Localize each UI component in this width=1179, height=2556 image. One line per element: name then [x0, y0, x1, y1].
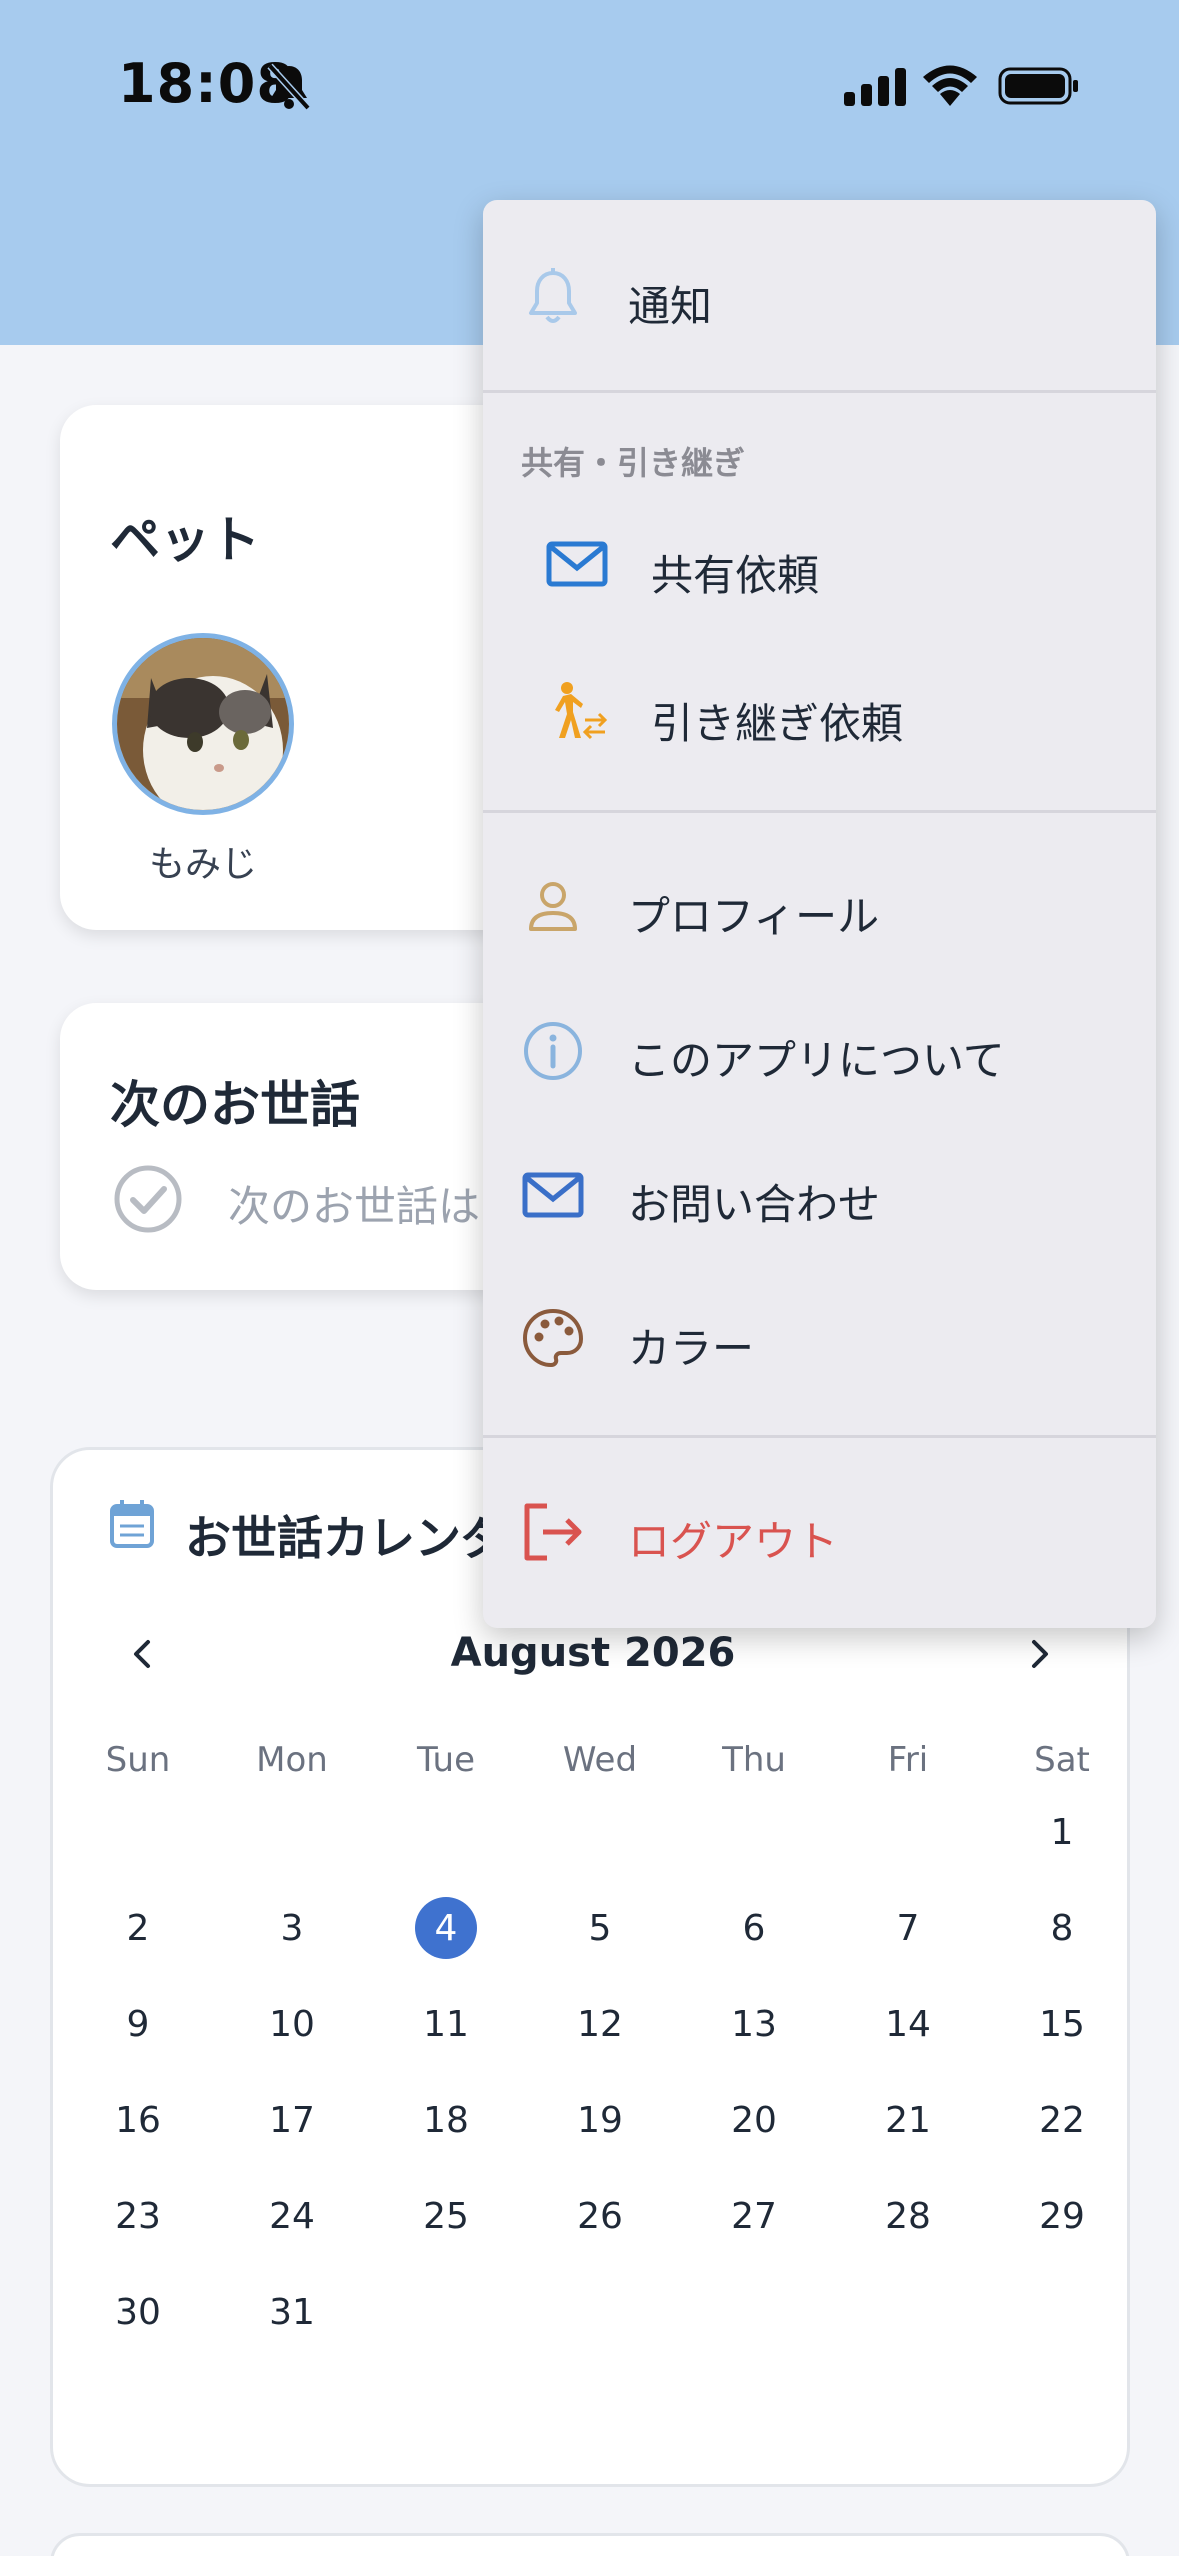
- weekday-header: Sun: [105, 1740, 171, 1780]
- calendar-day[interactable]: 3: [215, 1896, 369, 1960]
- calendar-icon: [110, 1500, 154, 1548]
- calendar-day[interactable]: 7: [831, 1896, 985, 1960]
- calendar-day[interactable]: 25: [369, 2184, 523, 2248]
- weekday-header: Tue: [416, 1740, 476, 1780]
- calendar-day[interactable]: 30: [61, 2280, 215, 2344]
- menu-label-handover-request: 引き継ぎ依頼: [651, 699, 904, 748]
- calendar-day[interactable]: 22: [985, 2088, 1139, 2152]
- pet-avatar[interactable]: [112, 633, 294, 815]
- weekday-header: Sat: [1034, 1740, 1090, 1780]
- calendar-day[interactable]: 24: [215, 2184, 369, 2248]
- calendar-day[interactable]: 17: [215, 2088, 369, 2152]
- calendar-day[interactable]: 31: [215, 2280, 369, 2344]
- calendar-day[interactable]: 20: [677, 2088, 831, 2152]
- calendar-day[interactable]: 28: [831, 2184, 985, 2248]
- calendar-day[interactable]: 18: [369, 2088, 523, 2152]
- calendar-day[interactable]: 13: [677, 1992, 831, 2056]
- menu-label-contact: お問い合わせ: [628, 1180, 881, 1229]
- walking-transfer-icon: [555, 682, 608, 740]
- menu-item-color[interactable]: カラー: [483, 1277, 1156, 1407]
- pets-title: ペット: [110, 511, 260, 569]
- menu-item-contact[interactable]: お問い合わせ: [483, 1133, 1156, 1263]
- next-section-card: [50, 2533, 1130, 2556]
- menu-item-logout[interactable]: ログアウト: [483, 1470, 1156, 1600]
- check-circle-icon: [114, 1165, 182, 1233]
- menu-item-notifications[interactable]: 通知: [483, 235, 1156, 365]
- menu-label-share-request: 共有依頼: [651, 551, 820, 600]
- bell-slash-icon: [267, 63, 311, 111]
- battery-icon: [998, 67, 1078, 105]
- menu-section-share: 共有・引き継ぎ: [521, 444, 746, 482]
- menu-label-notifications: 通知: [628, 282, 713, 331]
- cellular-signal-icon: [844, 66, 906, 106]
- calendar-day[interactable]: 10: [215, 1992, 369, 2056]
- cat-photo: [117, 638, 289, 810]
- calendar-day[interactable]: 5: [523, 1896, 677, 1960]
- calendar-day[interactable]: 2: [61, 1896, 215, 1960]
- calendar-day[interactable]: 26: [523, 2184, 677, 2248]
- menu-item-about[interactable]: このアプリについて: [483, 989, 1156, 1119]
- chevron-right-icon[interactable]: [1019, 1634, 1059, 1674]
- calendar-day[interactable]: 1: [985, 1800, 1139, 1864]
- weekday-header: Mon: [256, 1740, 328, 1780]
- calendar-day[interactable]: 14: [831, 1992, 985, 2056]
- dropdown-menu: 通知 共有・引き継ぎ 共有依頼 引き継ぎ依頼 プロフィール このアプリについて …: [483, 200, 1156, 1628]
- calendar-day[interactable]: 9: [61, 1992, 215, 2056]
- mail-icon: [546, 541, 608, 587]
- menu-divider: [483, 810, 1156, 813]
- calendar-day[interactable]: 8: [985, 1896, 1139, 1960]
- next-care-title: 次のお世話: [110, 1076, 360, 1134]
- calendar-day[interactable]: 16: [61, 2088, 215, 2152]
- calendar-day[interactable]: 27: [677, 2184, 831, 2248]
- calendar-month-label: August 2026: [450, 1630, 736, 1676]
- calendar-day[interactable]: 6: [677, 1896, 831, 1960]
- calendar-day[interactable]: 21: [831, 2088, 985, 2152]
- weekday-header: Thu: [722, 1740, 786, 1780]
- person-icon: [529, 882, 577, 931]
- calendar-day[interactable]: 29: [985, 2184, 1139, 2248]
- menu-divider: [483, 390, 1156, 393]
- menu-label-about: このアプリについて: [628, 1036, 1005, 1085]
- menu-item-share-request[interactable]: 共有依頼: [483, 508, 1156, 638]
- wifi-icon: [923, 65, 977, 106]
- mail-icon: [522, 1172, 584, 1218]
- menu-label-color: カラー: [628, 1324, 755, 1373]
- menu-label-profile: プロフィール: [628, 892, 880, 941]
- menu-divider: [483, 1435, 1156, 1438]
- calendar-day[interactable]: 23: [61, 2184, 215, 2248]
- next-care-empty-text: 次のお世話は: [228, 1182, 481, 1231]
- weekday-header: Wed: [562, 1740, 638, 1780]
- info-icon: [524, 1022, 582, 1080]
- pet-name: もみじ: [148, 844, 257, 885]
- palette-icon: [522, 1308, 584, 1368]
- bell-icon: [529, 268, 577, 323]
- logout-icon: [524, 1503, 582, 1561]
- calendar-day[interactable]: 11: [369, 1992, 523, 2056]
- calendar-day[interactable]: 19: [523, 2088, 677, 2152]
- menu-item-profile[interactable]: プロフィール: [483, 845, 1156, 975]
- calendar-day-today[interactable]: 4: [369, 1896, 523, 1960]
- calendar-title: お世話カレンダ: [185, 1511, 507, 1565]
- menu-item-handover-request[interactable]: 引き継ぎ依頼: [483, 652, 1156, 782]
- weekday-header: Fri: [887, 1740, 929, 1780]
- calendar-day[interactable]: 15: [985, 1992, 1139, 2056]
- calendar-day[interactable]: 12: [523, 1992, 677, 2056]
- menu-label-logout: ログアウト: [628, 1517, 839, 1566]
